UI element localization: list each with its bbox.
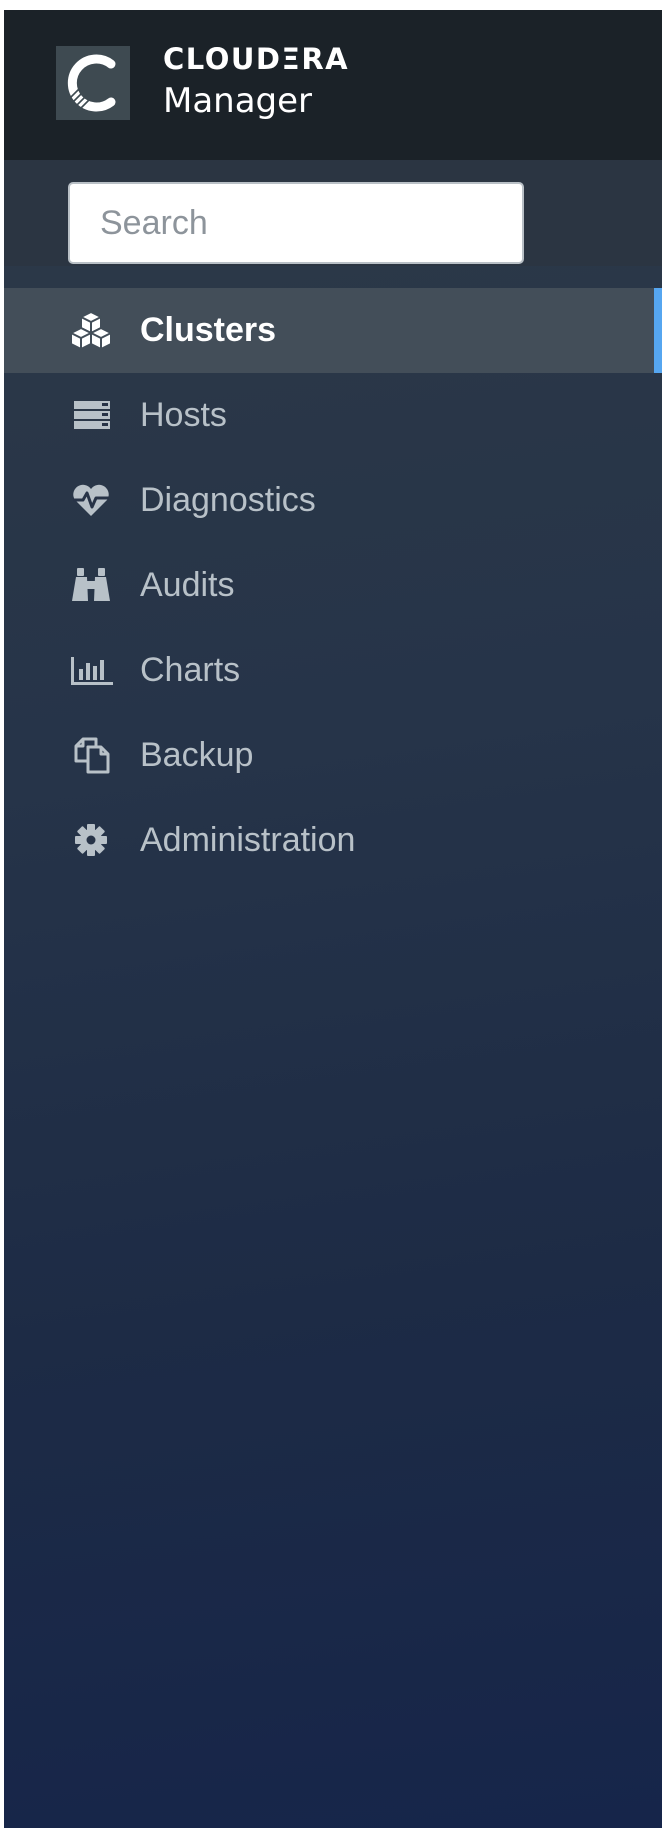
nav-label-diagnostics: Diagnostics bbox=[140, 481, 316, 519]
nav-label-clusters: Clusters bbox=[140, 311, 277, 349]
copy-icon bbox=[68, 735, 114, 775]
heartbeat-icon bbox=[68, 480, 114, 520]
nav-menu: Clusters Hosts Diagnostics Audits Charts… bbox=[4, 288, 662, 883]
brand-name: CLOUDΞRA bbox=[163, 42, 350, 76]
bar-chart-icon bbox=[68, 650, 114, 690]
gear-icon bbox=[68, 820, 114, 860]
nav-label-hosts: Hosts bbox=[140, 396, 227, 434]
nav-item-hosts[interactable]: Hosts bbox=[4, 373, 662, 458]
search-input[interactable] bbox=[68, 182, 524, 264]
cubes-icon bbox=[68, 310, 114, 350]
nav-item-charts[interactable]: Charts bbox=[4, 628, 662, 713]
nav-item-audits[interactable]: Audits bbox=[4, 543, 662, 628]
nav-item-administration[interactable]: Administration bbox=[4, 798, 662, 883]
cloudera-c-icon[interactable] bbox=[56, 46, 130, 120]
nav-label-charts: Charts bbox=[140, 651, 241, 689]
server-icon bbox=[68, 395, 114, 435]
nav-item-clusters[interactable]: Clusters bbox=[4, 288, 662, 373]
nav-label-audits: Audits bbox=[140, 566, 235, 604]
app-header: CLOUDΞRA Manager bbox=[4, 10, 662, 160]
nav-item-diagnostics[interactable]: Diagnostics bbox=[4, 458, 662, 543]
binoculars-icon bbox=[68, 565, 114, 605]
nav-item-backup[interactable]: Backup bbox=[4, 713, 662, 798]
sidebar: CLOUDΞRA Manager Search Clusters Hosts D… bbox=[4, 10, 662, 1828]
product-name: Manager bbox=[163, 81, 313, 121]
search-bar bbox=[4, 160, 662, 266]
nav-label-administration: Administration bbox=[140, 821, 356, 859]
nav-label-backup: Backup bbox=[140, 736, 254, 774]
